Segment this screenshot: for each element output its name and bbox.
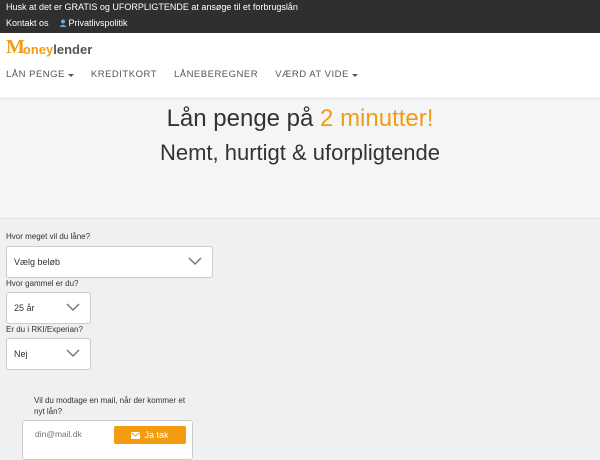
menu-item-label: LÅNEBEREGNER: [173, 69, 259, 80]
subscribe-button[interactable]: Ja tak: [114, 426, 186, 444]
subscribe-button-label: Ja tak: [144, 430, 169, 440]
chevron-down-icon: [188, 257, 202, 266]
logo-initial: M: [6, 36, 25, 58]
menu-item-label: LÅN PENGE: [6, 69, 65, 80]
main-menu: LÅN PENGE KREDITKORT LÅNEBEREGNER VÆRD A…: [6, 69, 375, 80]
logo-text-bold: lender: [53, 42, 93, 57]
privacy-link-label: Privatlivspolitik: [68, 18, 128, 28]
age-select-value: 25 år: [14, 303, 35, 313]
top-notice: Husk at det er GRATIS og UFORPLIGTENDE a…: [6, 2, 298, 12]
top-bar: Husk at det er GRATIS og UFORPLIGTENDE a…: [0, 0, 600, 33]
mail-signup-box: Ja tak: [22, 420, 193, 460]
amount-select[interactable]: Vælg beløb: [6, 246, 213, 278]
menu-item-vaerd-at-vide[interactable]: VÆRD AT VIDE: [275, 69, 358, 80]
menu-item-label: VÆRD AT VIDE: [275, 69, 349, 80]
contact-link[interactable]: Kontakt os: [6, 18, 49, 28]
rki-select[interactable]: Nej: [6, 338, 91, 370]
hero-title-prefix: Lån penge på: [166, 105, 314, 132]
menu-item-kreditkort[interactable]: KREDITKORT: [91, 69, 157, 80]
age-label: Hvor gammel er du?: [6, 279, 79, 288]
hero-title-accent: 2 minutter!: [320, 105, 434, 132]
rki-label: Er du i RKI/Experian?: [6, 325, 83, 334]
menu-item-laan-penge[interactable]: LÅN PENGE: [6, 69, 74, 80]
hero-section: Lån penge på 2 minutter! Nemt, hurtigt &…: [0, 100, 600, 219]
rki-select-value: Nej: [14, 349, 28, 359]
user-icon: [59, 19, 67, 27]
menu-item-label: KREDITKORT: [90, 69, 157, 80]
mail-label: Vil du modtage en mail, når der kommer e…: [34, 396, 186, 416]
chevron-down-icon: [66, 303, 80, 312]
logo-text: oneylender: [23, 42, 92, 57]
loan-form: Hvor meget vil du låne? Vælg beløb Hvor …: [0, 220, 600, 460]
main-navbar: Moneylender LÅN PENGE KREDITKORT LÅNEBER…: [0, 33, 600, 100]
top-links: Kontakt os Privatlivspolitik: [6, 18, 128, 28]
email-field[interactable]: [35, 429, 113, 439]
envelope-icon: [131, 431, 141, 439]
logo-text-middle: oney: [22, 42, 54, 57]
menu-item-laaneberegner[interactable]: LÅNEBEREGNER: [174, 69, 258, 80]
amount-select-value: Vælg beløb: [14, 257, 61, 267]
age-select[interactable]: 25 år: [6, 292, 91, 324]
caret-down-icon: [351, 73, 358, 77]
caret-down-icon: [67, 73, 74, 77]
hero-title: Lån penge på 2 minutter!: [0, 100, 600, 135]
chevron-down-icon: [66, 349, 80, 358]
moneylender-logo[interactable]: Moneylender: [6, 36, 92, 59]
amount-label: Hvor meget vil du låne?: [6, 232, 91, 241]
hero-subtitle: Nemt, hurtigt & uforpligtende: [159, 140, 441, 165]
privacy-link[interactable]: Privatlivspolitik: [59, 18, 128, 28]
